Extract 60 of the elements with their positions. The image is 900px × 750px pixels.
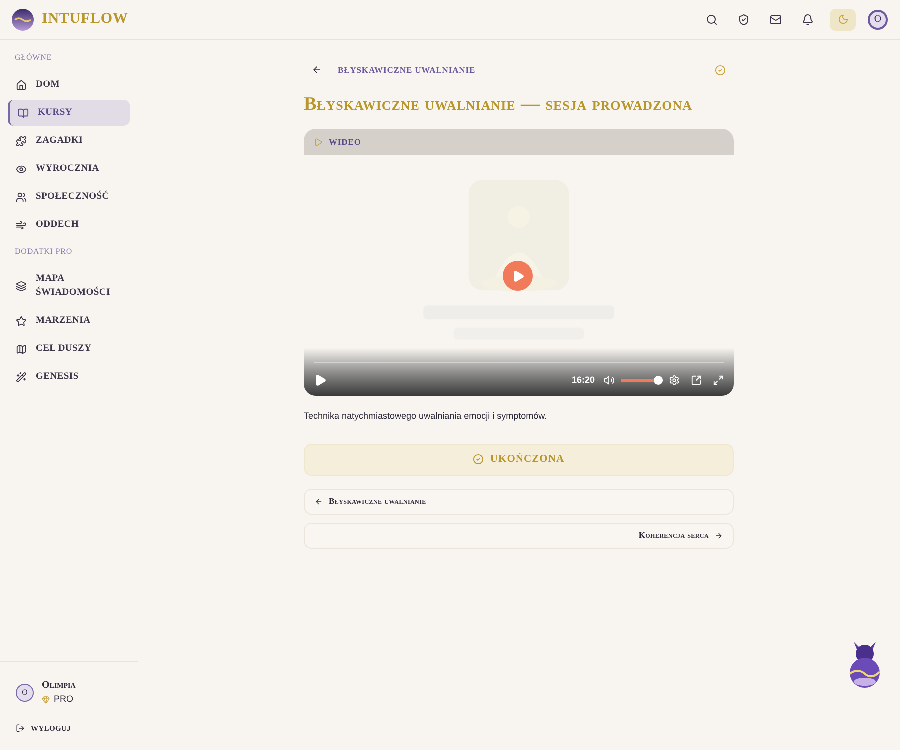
back-button[interactable] (312, 65, 322, 76)
settings-button[interactable] (669, 375, 680, 386)
puzzle-icon (16, 136, 27, 146)
magic-wand-icon (16, 372, 27, 382)
popout-button[interactable] (691, 375, 702, 386)
eye-icon (16, 164, 27, 174)
arrow-left-icon (312, 65, 322, 76)
sidebar-item[interactable]: WYROCZNIA (8, 156, 130, 182)
arrow-left-icon (315, 498, 323, 506)
description: Technika natychmiastowego uwalniania emocji i symptomów. (304, 410, 548, 424)
logout-icon (16, 724, 25, 733)
play-control[interactable] (314, 374, 327, 387)
sidebar-item[interactable]: GENESIS (8, 364, 130, 390)
video-tab[interactable]: WIDEO (314, 136, 362, 149)
logo-icon (12, 8, 34, 30)
settings-icon (669, 375, 680, 386)
check-circle-icon (473, 454, 484, 466)
moon-icon (838, 14, 848, 25)
theme-toggle[interactable] (830, 8, 856, 30)
sidebar-item[interactable]: MAPA ŚWIADOMOŚCI (8, 266, 130, 306)
sidebar-item[interactable]: CEL DUSZY (8, 336, 130, 362)
bell-icon (802, 14, 814, 26)
wind-icon (16, 220, 27, 230)
user-name: Olimpia (42, 679, 76, 694)
fullscreen-button[interactable] (713, 375, 724, 386)
play-icon (512, 270, 524, 283)
gem-icon (42, 696, 50, 704)
arrow-right-icon (715, 532, 723, 540)
sidebar-item[interactable]: SPOŁECZNOŚĆ (8, 184, 130, 210)
shield-icon (738, 14, 750, 26)
star-icon (16, 316, 27, 326)
video-time: 16:20 (572, 374, 595, 387)
envelope-icon (770, 14, 782, 26)
external-link-icon (691, 375, 702, 386)
user-avatar: O (16, 684, 34, 702)
play-icon (314, 374, 327, 387)
play-icon (314, 138, 323, 147)
plan-label: PRO (54, 693, 74, 706)
section-title: GŁÓWNE (14, 52, 54, 64)
sidebar-item[interactable]: ODDECH (8, 212, 130, 238)
speaker-icon (604, 375, 615, 386)
layers-icon (16, 280, 27, 292)
brand-name: INTUFLOW (42, 10, 128, 30)
sidebar-item[interactable]: MARZENIA (8, 308, 130, 334)
avatar-button[interactable]: O (868, 10, 888, 30)
breadcrumb: BŁYSKAWICZNE UWALNIANIE (338, 64, 476, 77)
sidebar-item[interactable]: KURSY (8, 100, 130, 126)
map-icon (16, 344, 27, 354)
expand-icon (713, 375, 724, 386)
house-icon (16, 80, 27, 90)
volume-button[interactable] (604, 375, 615, 386)
previous-lesson-button[interactable]: Błyskawiczne uwalnianie (304, 488, 734, 515)
search-icon (706, 14, 718, 26)
sidebar-item[interactable]: ZAGADKI (8, 128, 130, 154)
book-icon (18, 108, 29, 118)
page-title: Błyskawiczne uwalnianie — sesja prowadzona (304, 92, 694, 117)
section-title: DODATKI PRO (14, 246, 74, 258)
sidebar-item[interactable]: DOM (8, 72, 130, 98)
people-icon (16, 192, 27, 202)
next-lesson-button[interactable]: Koherencja serca (304, 522, 734, 549)
